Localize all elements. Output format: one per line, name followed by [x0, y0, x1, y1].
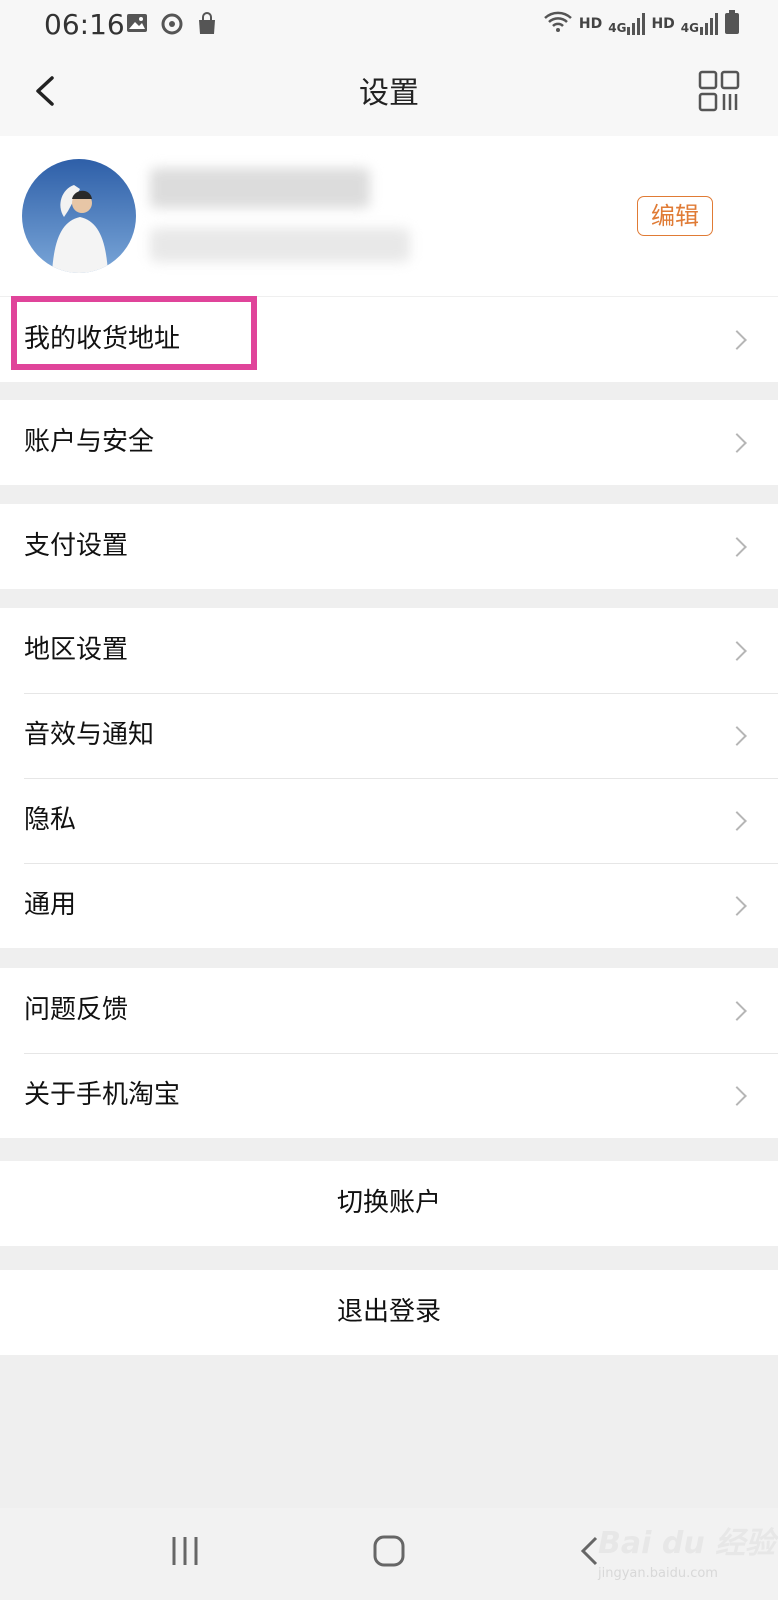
- row-label: 问题反馈: [24, 995, 129, 1025]
- switch-account-button[interactable]: 切换账户: [0, 1161, 778, 1246]
- network-type-2: 4G: [680, 21, 699, 35]
- watermark-url: jingyan.baidu.com: [598, 1566, 718, 1581]
- hd-label-2: HD: [651, 16, 675, 32]
- chevron-right-icon: [727, 895, 747, 916]
- wifi-icon: [543, 10, 573, 38]
- row-label: 通用: [24, 890, 77, 920]
- row-label: 音效与通知: [24, 720, 155, 750]
- logout-button[interactable]: 退出登录: [0, 1270, 778, 1355]
- shopping-bag-icon: [196, 12, 218, 40]
- row-label: 我的收货地址: [24, 324, 181, 354]
- row-label: 支付设置: [24, 531, 129, 561]
- settings-group-general: 地区设置 音效与通知 隐私 通用: [0, 608, 778, 948]
- hd-label: HD: [578, 16, 603, 32]
- chevron-right-icon: [727, 640, 747, 661]
- settings-group-about: 问题反馈 关于手机淘宝: [0, 968, 778, 1138]
- chevron-right-icon: [727, 810, 747, 831]
- settings-group-account: 账户与安全: [0, 400, 778, 485]
- recent-apps-button[interactable]: [170, 1534, 200, 1572]
- sync-icon: [160, 12, 184, 40]
- row-label: 地区设置: [24, 635, 129, 665]
- qr-code-button[interactable]: [698, 70, 740, 112]
- system-back-button[interactable]: [578, 1534, 600, 1572]
- avatar[interactable]: [22, 159, 136, 273]
- profile-card[interactable]: 编辑: [0, 136, 778, 296]
- settings-group-address: 我的收货地址: [0, 297, 778, 382]
- chevron-right-icon: [727, 1085, 747, 1106]
- status-bar: 06:16 HD 4G HD 4G: [0, 0, 778, 50]
- recent-apps-icon: [172, 1537, 198, 1565]
- row-payment-settings[interactable]: 支付设置: [0, 504, 778, 589]
- status-right: HD 4G HD 4G: [543, 10, 740, 38]
- status-time: 06:16: [44, 8, 125, 41]
- row-privacy[interactable]: 隐私: [0, 778, 778, 863]
- signal-icon: 4G: [608, 13, 646, 35]
- system-back-icon: [580, 1536, 598, 1566]
- row-about-taobao[interactable]: 关于手机淘宝: [0, 1053, 778, 1138]
- battery-icon: [724, 10, 740, 38]
- row-shipping-address[interactable]: 我的收货地址: [0, 297, 778, 382]
- chevron-right-icon: [727, 1000, 747, 1021]
- row-label: 关于手机淘宝: [24, 1080, 181, 1110]
- page-title: 设置: [359, 76, 419, 111]
- qr-code-icon: [698, 70, 740, 112]
- settings-group-payment: 支付设置: [0, 504, 778, 589]
- row-label: 账户与安全: [24, 427, 155, 457]
- blurred-account-info: [150, 228, 410, 262]
- row-label: 隐私: [24, 805, 77, 835]
- chevron-right-icon: [727, 536, 747, 557]
- nav-bar: 设置: [0, 50, 778, 136]
- row-sound-notifications[interactable]: 音效与通知: [0, 693, 778, 778]
- baidu-watermark: Bai du 经验: [598, 1518, 775, 1562]
- row-feedback[interactable]: 问题反馈: [0, 968, 778, 1053]
- image-icon: [126, 12, 148, 38]
- network-type: 4G: [608, 21, 627, 35]
- home-icon: [373, 1535, 405, 1567]
- row-account-security[interactable]: 账户与安全: [0, 400, 778, 485]
- home-button[interactable]: [372, 1534, 406, 1572]
- watermark-brand: Bai du: [598, 1526, 705, 1561]
- blurred-username: [150, 168, 370, 208]
- signal-icon-2: 4G: [681, 13, 718, 35]
- chevron-right-icon: [727, 329, 747, 350]
- chevron-right-icon: [727, 725, 747, 746]
- row-region-settings[interactable]: 地区设置: [0, 608, 778, 693]
- edit-button[interactable]: 编辑: [637, 196, 713, 236]
- chevron-right-icon: [727, 432, 747, 453]
- row-general[interactable]: 通用: [0, 863, 778, 948]
- watermark-brand-cn: 经验: [715, 1526, 776, 1561]
